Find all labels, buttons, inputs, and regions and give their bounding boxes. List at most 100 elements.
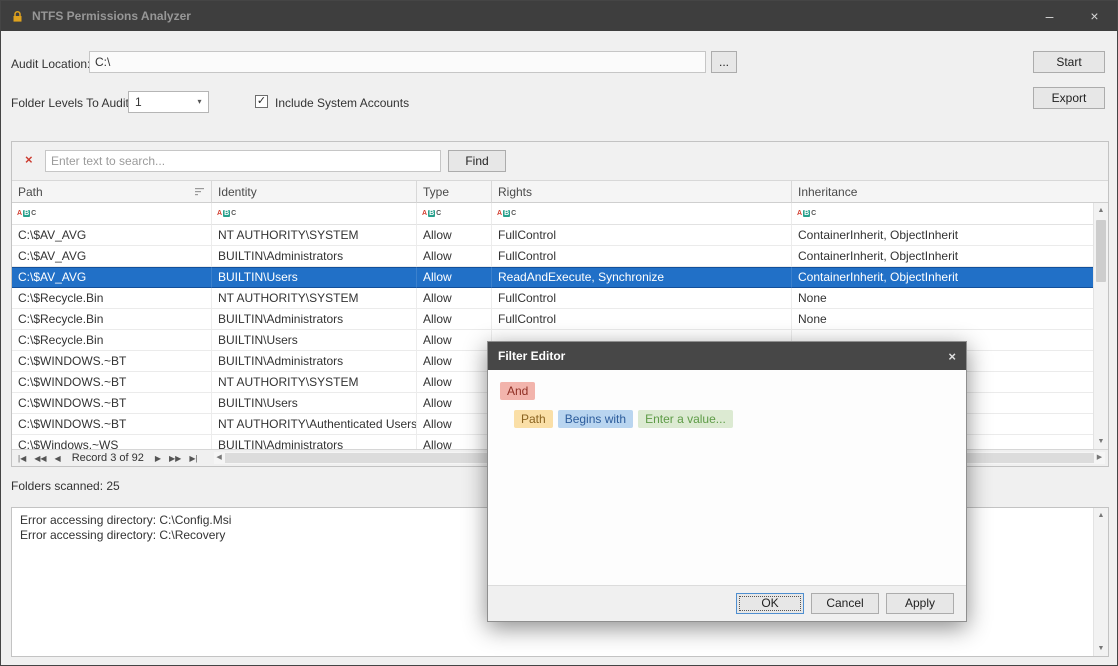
cell-path[interactable]: C:\$AV_AVG — [12, 246, 212, 267]
filter-cell-identity[interactable]: ABC — [212, 203, 417, 225]
scrollbar-thumb[interactable] — [1096, 220, 1106, 282]
abc-filter-icon: ABC — [497, 210, 516, 217]
column-header-path[interactable]: Path — [12, 180, 212, 203]
cell-path[interactable]: C:\$Recycle.Bin — [12, 309, 212, 330]
pager-prev-button[interactable]: ◀ — [55, 454, 61, 463]
cell-identity[interactable]: NT AUTHORITY\SYSTEM — [212, 372, 417, 393]
column-header-rights[interactable]: Rights — [492, 180, 792, 203]
table-row[interactable]: C:\$AV_AVG NT AUTHORITY\SYSTEM Allow Ful… — [12, 225, 1093, 246]
cell-path[interactable]: C:\$Recycle.Bin — [12, 330, 212, 351]
minimize-button[interactable]: – — [1027, 1, 1072, 31]
cell-path[interactable]: C:\$WINDOWS.~BT — [12, 393, 212, 414]
pager-next-page-button[interactable]: ▶▶ — [169, 454, 181, 463]
cell-path[interactable]: C:\$Recycle.Bin — [12, 288, 212, 309]
column-header-inheritance[interactable]: Inheritance — [792, 180, 1093, 203]
scroll-up-icon[interactable]: ▲ — [1094, 508, 1108, 523]
cell-rights[interactable]: FullControl — [492, 225, 792, 246]
cell-type[interactable]: Allow — [417, 393, 492, 414]
column-header-path-label: Path — [18, 185, 43, 199]
cell-path[interactable]: C:\$WINDOWS.~BT — [12, 351, 212, 372]
close-button[interactable]: × — [1072, 1, 1117, 31]
abc-filter-icon: ABC — [797, 210, 816, 217]
auto-filter-row: ABC ABC ABC ABC ABC — [12, 203, 1093, 225]
scroll-left-icon[interactable]: ◀ — [214, 452, 225, 464]
clear-search-icon[interactable]: × — [25, 152, 33, 167]
pager-last-button[interactable]: ▶| — [189, 454, 197, 463]
dialog-close-icon[interactable]: × — [934, 349, 956, 364]
cell-type[interactable]: Allow — [417, 288, 492, 309]
export-button[interactable]: Export — [1033, 87, 1105, 109]
cell-identity[interactable]: BUILTIN\Administrators — [212, 435, 417, 449]
browse-button[interactable]: ... — [711, 51, 737, 73]
table-row[interactable]: C:\$Recycle.Bin BUILTIN\Administrators A… — [12, 309, 1093, 330]
search-input[interactable] — [45, 150, 441, 172]
cell-type[interactable]: Allow — [417, 267, 492, 288]
scroll-down-icon[interactable]: ▼ — [1094, 434, 1108, 449]
cell-inheritance[interactable]: ContainerInherit, ObjectInherit — [792, 246, 1093, 267]
cell-type[interactable]: Allow — [417, 435, 492, 449]
table-row[interactable]: C:\$AV_AVG BUILTIN\Administrators Allow … — [12, 246, 1093, 267]
table-row-selected[interactable]: C:\$AV_AVG BUILTIN\Users Allow ReadAndEx… — [12, 267, 1093, 288]
start-button[interactable]: Start — [1033, 51, 1105, 73]
grid-vertical-scrollbar[interactable]: ▲ ▼ — [1093, 203, 1108, 449]
cell-inheritance[interactable]: None — [792, 288, 1093, 309]
pager-prev-page-button[interactable]: ◀◀ — [34, 454, 46, 463]
cell-path[interactable]: C:\$WINDOWS.~BT — [12, 414, 212, 435]
filter-cell-path[interactable]: ABC — [12, 203, 212, 225]
table-row[interactable]: C:\$Recycle.Bin NT AUTHORITY\SYSTEM Allo… — [12, 288, 1093, 309]
filter-editor-titlebar[interactable]: Filter Editor × — [488, 342, 966, 370]
cell-inheritance[interactable]: ContainerInherit, ObjectInherit — [792, 267, 1093, 288]
cell-identity[interactable]: BUILTIN\Users — [212, 267, 417, 288]
cell-type[interactable]: Allow — [417, 330, 492, 351]
audit-location-input[interactable] — [89, 51, 706, 73]
cell-type[interactable]: Allow — [417, 225, 492, 246]
cell-identity[interactable]: BUILTIN\Users — [212, 393, 417, 414]
apply-button[interactable]: Apply — [886, 593, 954, 614]
titlebar[interactable]: NTFS Permissions Analyzer – × — [1, 1, 1117, 31]
condition-chip[interactable]: Begins with — [558, 410, 633, 428]
column-header-type[interactable]: Type — [417, 180, 492, 203]
cell-type[interactable]: Allow — [417, 414, 492, 435]
find-button[interactable]: Find — [448, 150, 506, 172]
cell-type[interactable]: Allow — [417, 351, 492, 372]
chevron-down-icon[interactable]: ▾ — [191, 92, 208, 112]
cell-rights[interactable]: FullControl — [492, 246, 792, 267]
filter-cell-rights[interactable]: ABC — [492, 203, 792, 225]
folder-levels-select[interactable]: 1 ▾ — [128, 91, 209, 113]
cancel-button[interactable]: Cancel — [811, 593, 879, 614]
scroll-down-icon[interactable]: ▼ — [1094, 641, 1108, 656]
cell-rights[interactable]: ReadAndExecute, Synchronize — [492, 267, 792, 288]
filter-cell-type[interactable]: ABC — [417, 203, 492, 225]
pager-first-button[interactable]: |◀ — [18, 454, 26, 463]
cell-path[interactable]: C:\$AV_AVG — [12, 225, 212, 246]
cell-type[interactable]: Allow — [417, 309, 492, 330]
pager-next-button[interactable]: ▶ — [155, 454, 161, 463]
field-chip[interactable]: Path — [514, 410, 553, 428]
ok-button[interactable]: OK — [736, 593, 804, 614]
include-system-accounts-checkbox[interactable]: ✓ — [255, 95, 268, 108]
cell-identity[interactable]: BUILTIN\Administrators — [212, 246, 417, 267]
group-operator-chip[interactable]: And — [500, 382, 535, 400]
cell-inheritance[interactable]: ContainerInherit, ObjectInherit — [792, 225, 1093, 246]
cell-inheritance[interactable]: None — [792, 309, 1093, 330]
log-vertical-scrollbar[interactable]: ▲ ▼ — [1093, 508, 1108, 656]
cell-rights[interactable]: FullControl — [492, 288, 792, 309]
filter-cell-inheritance[interactable]: ABC — [792, 203, 1093, 225]
cell-identity[interactable]: NT AUTHORITY\SYSTEM — [212, 225, 417, 246]
window-title: NTFS Permissions Analyzer — [32, 9, 191, 23]
cell-identity[interactable]: BUILTIN\Users — [212, 330, 417, 351]
cell-path[interactable]: C:\$Windows.~WS — [12, 435, 212, 449]
value-chip[interactable]: Enter a value... — [638, 410, 733, 428]
cell-type[interactable]: Allow — [417, 246, 492, 267]
scroll-right-icon[interactable]: ▶ — [1094, 452, 1105, 464]
cell-rights[interactable]: FullControl — [492, 309, 792, 330]
scroll-up-icon[interactable]: ▲ — [1094, 203, 1108, 218]
cell-identity[interactable]: BUILTIN\Administrators — [212, 309, 417, 330]
cell-type[interactable]: Allow — [417, 372, 492, 393]
cell-identity[interactable]: BUILTIN\Administrators — [212, 351, 417, 372]
cell-identity[interactable]: NT AUTHORITY\Authenticated Users — [212, 414, 417, 435]
cell-path[interactable]: C:\$WINDOWS.~BT — [12, 372, 212, 393]
cell-path[interactable]: C:\$AV_AVG — [12, 267, 212, 288]
cell-identity[interactable]: NT AUTHORITY\SYSTEM — [212, 288, 417, 309]
column-header-identity[interactable]: Identity — [212, 180, 417, 203]
